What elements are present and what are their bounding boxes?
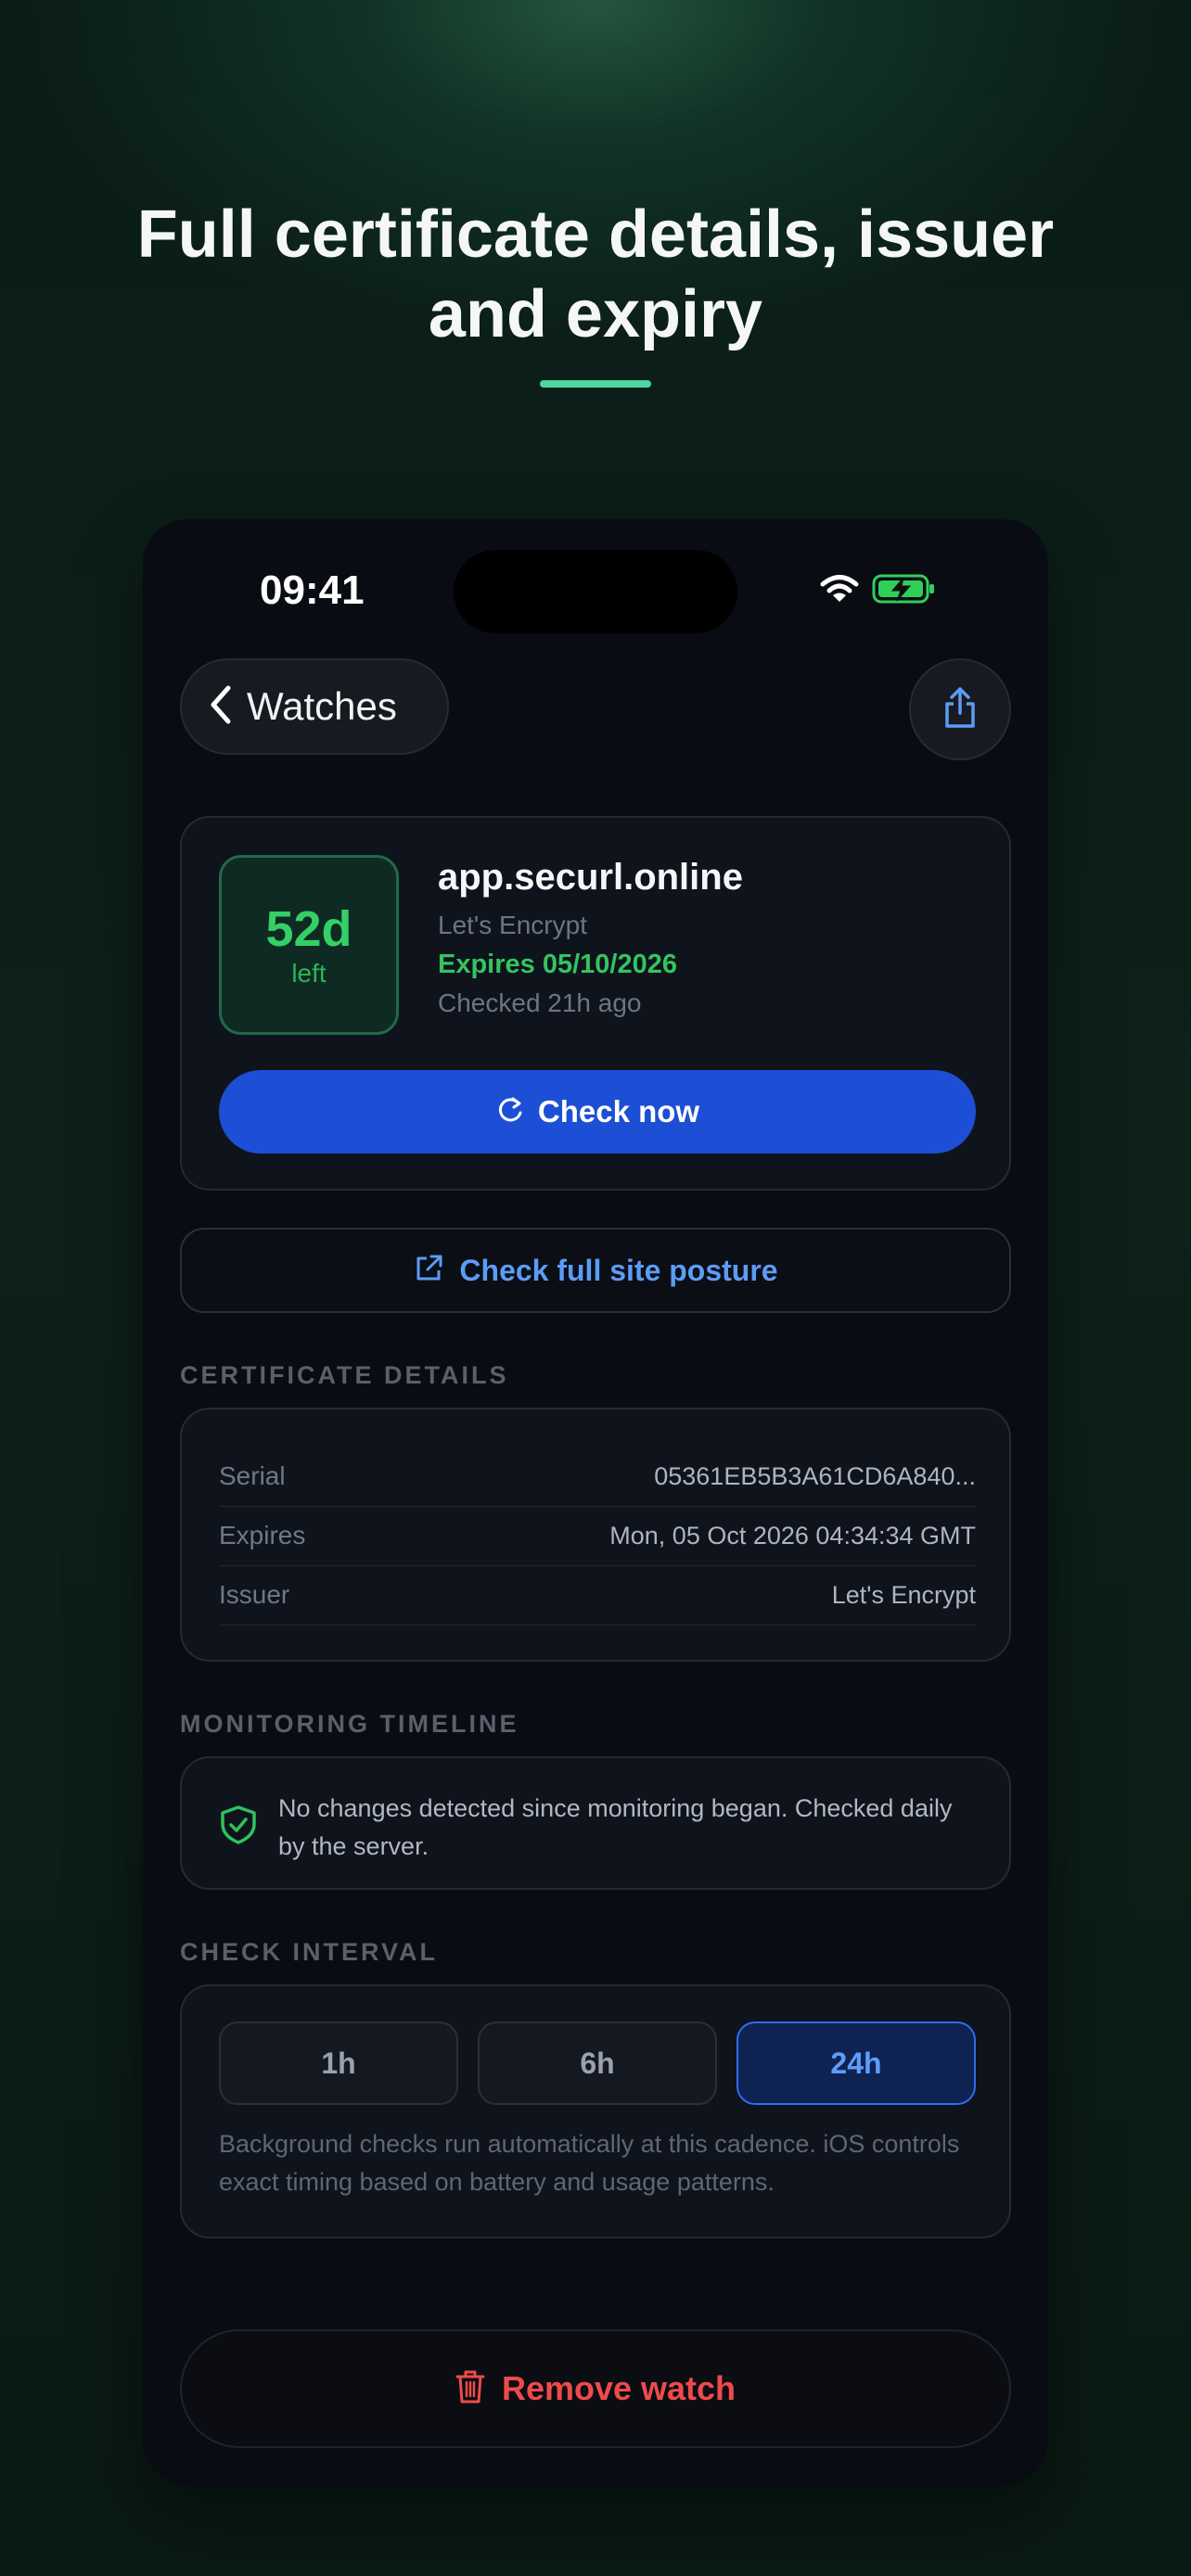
wifi-icon (820, 574, 859, 608)
watch-issuer: Let's Encrypt (438, 911, 587, 939)
phone-frame: 09:41 Watches 52d left app.securl.online… (143, 519, 1048, 2485)
detail-row-serial: Serial 05361EB5B3A61CD6A840... (219, 1447, 976, 1507)
certificate-details-heading: CERTIFICATE DETAILS (180, 1361, 509, 1389)
check-interval-card: 1h 6h 24h Background checks run automati… (180, 1984, 1011, 2238)
certificate-details-card: Serial 05361EB5B3A61CD6A840... Expires M… (180, 1408, 1011, 1662)
detail-row-expires: Expires Mon, 05 Oct 2026 04:34:34 GMT (219, 1506, 976, 1566)
chevron-left-icon (210, 685, 232, 729)
monitoring-timeline-heading: MONITORING TIMELINE (180, 1710, 519, 1738)
battery-charging-icon (872, 573, 937, 609)
detail-value: Let's Encrypt (831, 1580, 976, 1609)
back-button[interactable]: Watches (180, 658, 449, 755)
check-now-button[interactable]: Check now (219, 1070, 976, 1154)
headline-underline (540, 380, 651, 388)
detail-value: 05361EB5B3A61CD6A840... (654, 1461, 976, 1490)
interval-option-6h[interactable]: 6h (478, 2021, 717, 2105)
refresh-icon (495, 1095, 525, 1129)
watch-last-checked: Checked 21h ago (438, 988, 642, 1017)
watch-summary-card: 52d left app.securl.online Let's Encrypt… (180, 816, 1011, 1191)
status-icons (820, 573, 937, 609)
detail-value: Mon, 05 Oct 2026 04:34:34 GMT (609, 1521, 976, 1549)
detail-key: Issuer (219, 1580, 290, 1609)
watch-expires: Expires 05/10/2026 (438, 950, 677, 979)
trash-icon (455, 2369, 485, 2409)
check-interval-heading: CHECK INTERVAL (180, 1938, 439, 1966)
external-link-icon (413, 1253, 444, 1289)
detail-key: Serial (219, 1461, 286, 1490)
days-left-badge: 52d left (219, 855, 399, 1035)
status-time: 09:41 (260, 567, 365, 613)
check-site-posture-label: Check full site posture (459, 1253, 778, 1287)
remove-watch-label: Remove watch (501, 2369, 736, 2407)
headline-line-2: and expiry (428, 277, 763, 351)
share-icon (941, 685, 979, 734)
days-left-suffix: left (291, 959, 327, 988)
check-interval-note: Background checks run automatically at t… (219, 2130, 960, 2196)
headline-line-1: Full certificate details, issuer (136, 198, 1055, 272)
back-button-label: Watches (247, 684, 397, 728)
interval-option-24h[interactable]: 24h (736, 2021, 976, 2105)
remove-watch-button[interactable]: Remove watch (180, 2329, 1011, 2448)
interval-option-1h[interactable]: 1h (219, 2021, 458, 2105)
monitoring-timeline-card: No changes detected since monitoring beg… (180, 1756, 1011, 1890)
check-now-label: Check now (537, 1094, 700, 1129)
check-site-posture-button[interactable]: Check full site posture (180, 1228, 1011, 1313)
shield-check-icon (219, 1804, 258, 1850)
dynamic-island (454, 550, 737, 633)
detail-row-issuer: Issuer Let's Encrypt (219, 1565, 976, 1626)
detail-key: Expires (219, 1521, 306, 1549)
watch-domain: app.securl.online (438, 857, 743, 898)
share-button[interactable] (909, 658, 1011, 760)
monitoring-timeline-text: No changes detected since monitoring beg… (278, 1794, 953, 1860)
days-left-value: 52d (265, 901, 352, 957)
marketing-headline: Full certificate details, issuer and exp… (0, 195, 1191, 354)
